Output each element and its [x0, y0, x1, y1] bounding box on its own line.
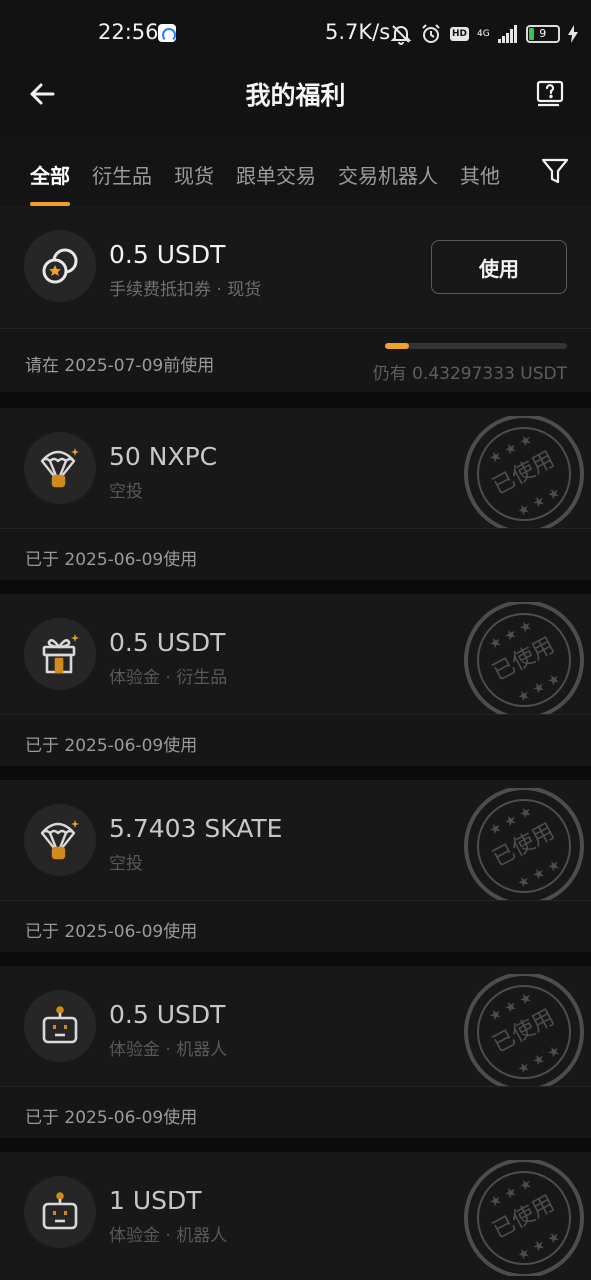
help-icon [536, 80, 564, 107]
used-stamp: 已使用 ★ ★ ★ ★ ★ ★ [464, 602, 584, 718]
filter-button[interactable] [538, 154, 572, 188]
network-speed: 5.7K/s [325, 20, 391, 44]
used-stamp: 已使用 ★ ★ ★ ★ ★ ★ [464, 974, 584, 1090]
page-title: 我的福利 [245, 81, 346, 110]
benefit-type: 体验金 · 衍生品 [109, 668, 228, 688]
robot-icon [42, 1192, 78, 1230]
expiry-date: 请在 2025-07-09前使用 [25, 356, 215, 376]
benefit-amount: 0.5 USDT [109, 628, 226, 657]
category-tabs: 全部 衍生品 现货 跟单交易 交易机器人 其他 [0, 134, 591, 206]
svg-text:★ ★ ★: ★ ★ ★ [515, 856, 564, 892]
status-icons: HD 4G 9 [390, 22, 578, 46]
airdrop-icon-badge [24, 804, 96, 876]
remaining-balance: 仍有 0.43297333 USDT [372, 364, 567, 384]
help-button[interactable] [530, 74, 570, 114]
used-stamp: 已使用 ★ ★ ★ ★ ★ ★ [464, 788, 584, 904]
benefit-type: 空投 [109, 482, 143, 502]
benefit-card: 5.7403 SKATE 空投 已使用 ★ ★ ★ ★ ★ ★ 已于 2025-… [0, 780, 591, 952]
usage-progress-bar [385, 343, 567, 349]
benefit-card: 0.5 USDT 手续费抵扣券 · 现货 使用 请在 2025-07-09前使用… [0, 206, 591, 392]
used-stamp: 已使用 ★ ★ ★ ★ ★ ★ [464, 416, 584, 532]
benefit-card: 50 NXPC 空投 已使用 ★ ★ ★ ★ ★ ★ 已于 2025-06-09… [0, 408, 591, 580]
airdrop-icon [40, 448, 79, 488]
tab-derivatives[interactable]: 衍生品 [92, 160, 152, 206]
benefit-card: 0.5 USDT 体验金 · 衍生品 已使用 ★ ★ ★ ★ ★ ★ 已于 20… [0, 594, 591, 766]
tab-other[interactable]: 其他 [460, 160, 500, 206]
gift-icon-badge [24, 618, 96, 690]
robot-icon-badge [24, 1176, 96, 1248]
benefit-amount: 0.5 USDT [109, 240, 226, 269]
airdrop-icon-badge [24, 432, 96, 504]
robot-icon-badge [24, 990, 96, 1062]
used-date: 已于 2025-06-09使用 [25, 550, 198, 570]
svg-text:★ ★ ★: ★ ★ ★ [515, 670, 564, 706]
tab-list: 全部 衍生品 现货 跟单交易 交易机器人 其他 [30, 160, 518, 206]
use-button[interactable]: 使用 [431, 240, 567, 294]
bell-off-icon [390, 25, 412, 45]
svg-text:★ ★ ★: ★ ★ ★ [515, 484, 564, 520]
svg-text:★ ★ ★: ★ ★ ★ [515, 1042, 564, 1078]
benefit-type: 手续费抵扣券 · 现货 [109, 280, 262, 300]
used-stamp: 已使用 ★ ★ ★ ★ ★ ★ [464, 1160, 584, 1276]
used-date: 已于 2025-06-09使用 [25, 1108, 198, 1128]
coupon-icon [42, 248, 78, 284]
robot-icon [42, 1006, 78, 1044]
benefit-card: 0.5 USDT 体验金 · 机器人 已使用 ★ ★ ★ ★ ★ ★ 已于 20… [0, 966, 591, 1138]
airdrop-icon [40, 820, 79, 860]
signal-icon [497, 25, 517, 43]
charging-icon [567, 25, 578, 43]
benefit-amount: 50 NXPC [109, 442, 218, 471]
gift-icon [42, 634, 79, 674]
usage-progress-fill [385, 343, 409, 349]
tab-all[interactable]: 全部 [30, 160, 70, 206]
hd-badge: HD [450, 27, 470, 41]
benefit-type: 空投 [109, 854, 143, 874]
benefit-type: 体验金 · 机器人 [109, 1226, 228, 1246]
benefit-amount: 1 USDT [109, 1186, 202, 1215]
benefit-amount: 5.7403 SKATE [109, 814, 283, 843]
notification-app-icon [158, 24, 176, 42]
tab-trading-bots[interactable]: 交易机器人 [338, 160, 438, 206]
svg-text:★ ★ ★: ★ ★ ★ [515, 1228, 564, 1264]
status-time: 22:56 [98, 20, 159, 44]
coupon-icon-badge [24, 230, 96, 302]
tab-spot[interactable]: 现货 [174, 160, 214, 206]
network-type: 4G [477, 28, 490, 39]
filter-icon [541, 158, 569, 184]
benefit-card: 1 USDT 体验金 · 机器人 已使用 ★ ★ ★ ★ ★ ★ [0, 1152, 591, 1280]
used-date: 已于 2025-06-09使用 [25, 736, 198, 756]
battery-indicator: 9 [525, 25, 560, 43]
used-date: 已于 2025-06-09使用 [25, 922, 198, 942]
tab-copy-trading[interactable]: 跟单交易 [236, 160, 316, 206]
benefit-type: 体验金 · 机器人 [109, 1040, 228, 1060]
status-bar: 22:56 5.7K/s HD 4G 9 [0, 0, 591, 64]
benefit-amount: 0.5 USDT [109, 1000, 226, 1029]
alarm-icon [422, 24, 440, 43]
app-header: 我的福利 [0, 64, 591, 134]
